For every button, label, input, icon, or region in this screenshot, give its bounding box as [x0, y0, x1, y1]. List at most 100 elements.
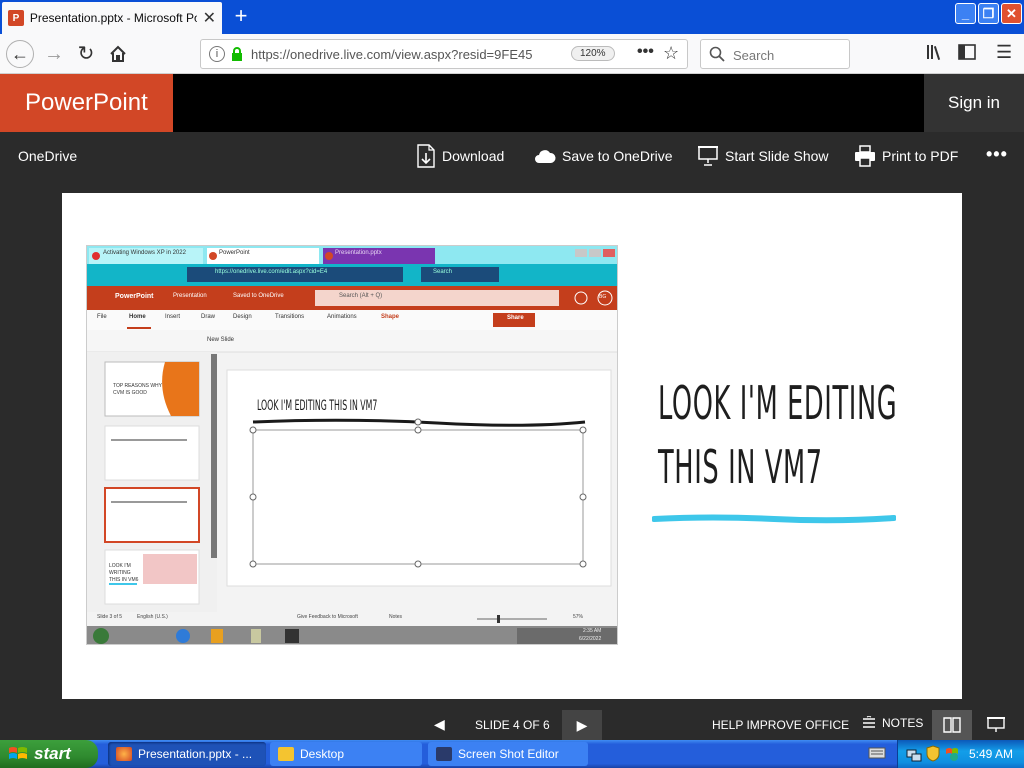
tab-title: Presentation.pptx - Microsoft Pow — [29, 11, 197, 25]
embedded-status-left: Slide 3 of 5 — [97, 614, 123, 620]
more-options-icon[interactable]: ••• — [986, 144, 1008, 165]
printer-icon — [855, 145, 875, 167]
embedded-slide-heading: LOOK I'M EDITING THIS IN VM7 — [257, 398, 378, 414]
powerpoint-brand[interactable]: PowerPoint — [0, 74, 173, 132]
network-icon[interactable] — [906, 746, 922, 762]
window-restore-button[interactable]: ❐ — [978, 3, 999, 24]
embedded-zoom: 57% — [573, 614, 584, 620]
embedded-tab-2: PowerPoint — [219, 250, 250, 256]
browser-tab-active[interactable]: P Presentation.pptx - Microsoft Pow ✕ — [2, 2, 222, 34]
security-shield-icon[interactable] — [926, 745, 940, 762]
slide-counter: SLIDE 4 OF 6 — [475, 718, 550, 732]
taskbar-item-desktop[interactable]: Desktop — [270, 742, 422, 766]
taskbar-clock: 5:49 AM — [969, 747, 1014, 761]
cloud-icon — [535, 150, 556, 163]
start-button[interactable]: start — [0, 740, 98, 768]
download-button[interactable]: Download — [416, 144, 504, 168]
embedded-ribbon-design: Design — [233, 314, 252, 320]
embedded-time: 2:35 AM — [583, 628, 602, 634]
taskbar-item-presentation[interactable]: Presentation.pptx - ... — [108, 742, 266, 766]
browser-nav-bar: ← → ↻ i https://onedrive.live.com/view.a… — [0, 34, 1024, 74]
start-slide-show-button[interactable]: Start Slide Show — [697, 144, 829, 168]
embedded-ribbon-shape: Shape — [381, 314, 400, 320]
notes-button[interactable]: NOTES — [862, 716, 923, 730]
home-button[interactable] — [104, 40, 132, 68]
save-to-onedrive-button[interactable]: Save to OneDrive — [534, 144, 673, 168]
command-bar: OneDrive Download Save to OneDrive Start… — [0, 132, 1024, 180]
powerpoint-header: PowerPoint Sign in — [0, 74, 1024, 132]
page-actions-icon[interactable]: ••• — [637, 43, 654, 61]
embedded-notes: Notes — [389, 614, 403, 620]
url-bar[interactable]: i https://onedrive.live.com/view.aspx?re… — [200, 39, 688, 69]
start-slide-show-label: Start Slide Show — [725, 148, 829, 164]
lock-icon — [232, 47, 242, 61]
embedded-url-search: Search — [433, 269, 453, 275]
embedded-avatar: BG — [599, 294, 607, 300]
window-minimize-button[interactable]: _ — [955, 3, 976, 24]
embedded-tab-1: Activating Windows XP in 2022 — [103, 250, 186, 256]
embedded-language: English (U.S.) — [137, 614, 168, 620]
slide-title-line-1: LOOK I'M EDITING — [658, 376, 898, 430]
embedded-tab-3: Presentation.pptx — [335, 250, 382, 256]
search-bar[interactable]: Search — [700, 39, 850, 69]
slide-title: LOOK I'M EDITING THIS IN VM7 — [658, 371, 949, 499]
url-text[interactable]: https://onedrive.live.com/view.aspx?resi… — [251, 47, 563, 62]
presentation-view-button[interactable] — [986, 716, 1006, 737]
embedded-ribbon-transitions: Transitions — [275, 314, 305, 320]
embedded-ribbon-draw: Draw — [201, 314, 216, 320]
forward-button[interactable]: → — [40, 40, 68, 68]
windows-taskbar: start Presentation.pptx - ... Desktop Sc… — [0, 740, 1024, 768]
reload-button[interactable]: ↻ — [72, 40, 100, 68]
embedded-ribbon-file: File — [97, 314, 107, 320]
download-icon — [417, 144, 435, 168]
presentation-view-icon — [987, 717, 1005, 732]
notes-label: NOTES — [882, 716, 924, 730]
taskbar-item-label: Presentation.pptx - ... — [138, 747, 253, 761]
embedded-url: https://onedrive.live.com/edit.aspx?cid=… — [215, 269, 328, 275]
update-icon[interactable] — [944, 745, 960, 762]
sidebar-toggle-icon[interactable] — [958, 44, 976, 65]
zoom-indicator[interactable]: 120% — [571, 46, 615, 61]
reading-view-button[interactable] — [932, 710, 972, 740]
embedded-ribbon-animations: Animations — [327, 314, 357, 320]
taskbar-item-screen-shot-editor[interactable]: Screen Shot Editor — [428, 742, 588, 766]
reading-view-icon — [943, 717, 961, 733]
site-info-icon[interactable]: i — [209, 46, 225, 62]
keyboard-icon[interactable] — [868, 746, 886, 765]
onedrive-breadcrumb[interactable]: OneDrive — [18, 148, 77, 164]
slide-title-underline — [652, 514, 896, 524]
sign-in-button[interactable]: Sign in — [924, 74, 1024, 132]
search-placeholder: Search — [733, 48, 775, 63]
search-icon — [709, 46, 725, 62]
embedded-new-slide: New Slide — [207, 337, 235, 343]
save-to-onedrive-label: Save to OneDrive — [562, 148, 673, 164]
new-tab-button[interactable]: + — [228, 4, 254, 30]
next-slide-button[interactable]: ▶ — [562, 710, 602, 740]
system-tray: 5:49 AM — [897, 740, 1024, 768]
print-to-pdf-button[interactable]: Print to PDF — [854, 144, 958, 168]
notes-icon — [863, 716, 875, 728]
window-close-button[interactable]: ✕ — [1001, 3, 1022, 24]
library-icon[interactable] — [926, 44, 944, 65]
embedded-thumb4-text: LOOK I'M WRITING THIS IN VM6 — [109, 563, 139, 583]
back-button[interactable]: ← — [6, 40, 34, 68]
firefox-icon — [116, 747, 132, 761]
tab-close-icon[interactable]: ✕ — [203, 8, 216, 28]
help-improve-office-link[interactable]: HELP IMPROVE OFFICE — [712, 718, 849, 732]
taskbar-item-label: Desktop — [300, 747, 345, 761]
next-slide-icon: ▶ — [576, 717, 588, 733]
viewer-status-bar: ◀ SLIDE 4 OF 6 ▶ HELP IMPROVE OFFICE NOT… — [0, 710, 1024, 740]
browser-tab-strip: P Presentation.pptx - Microsoft Pow ✕ + … — [0, 0, 1024, 34]
embedded-search: Search (Alt + Q) — [339, 293, 383, 299]
hamburger-menu-icon[interactable]: ☰ — [996, 42, 1012, 63]
bookmark-star-icon[interactable]: ☆ — [663, 43, 679, 64]
embedded-feedback: Give Feedback to Microsoft — [297, 614, 358, 620]
embedded-date: 6/22/2022 — [579, 636, 602, 642]
powerpoint-favicon-icon: P — [8, 10, 24, 26]
previous-slide-icon[interactable]: ◀ — [434, 716, 445, 733]
embedded-ribbon-home: Home — [129, 314, 146, 320]
embedded-ribbon-insert: Insert — [165, 314, 181, 320]
embedded-screenshot-image: Activating Windows XP in 2022 PowerPoint… — [86, 245, 618, 645]
slide-canvas: Activating Windows XP in 2022 PowerPoint… — [62, 193, 962, 699]
print-to-pdf-label: Print to PDF — [882, 148, 959, 164]
